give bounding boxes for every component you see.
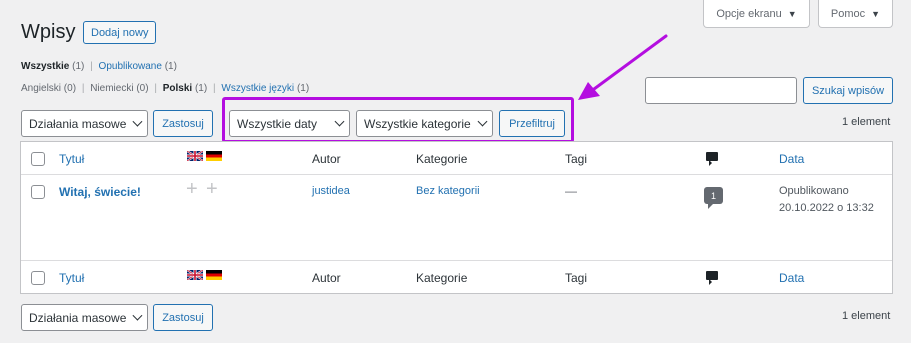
filter-all-count: (1) [72, 61, 85, 72]
posts-table: Tytuł Autor Kategorie Tagi Data Witaj, ś… [20, 141, 893, 294]
column-categories-header: Kategorie [416, 152, 468, 166]
lang-polish-count: (1) [194, 83, 208, 94]
post-date: 20.10.2022 o 13:32 [779, 202, 874, 214]
table-footer-row: Tytuł Autor Kategorie Tagi Data [21, 260, 892, 293]
select-all-checkbox[interactable] [31, 152, 45, 166]
column-title-header[interactable]: Tytuł [59, 152, 84, 166]
column-date-footer[interactable]: Data [779, 271, 804, 285]
de-flag-icon [206, 270, 222, 280]
bulk-actions-value: Działania masowe [29, 310, 127, 325]
separator: | [212, 83, 216, 94]
table-header-row: Tytuł Autor Kategorie Tagi Data [21, 142, 892, 175]
page-title: Wpisy [21, 21, 76, 43]
annotation-arrow [578, 34, 668, 100]
filter-published-link[interactable]: Opublikowane [99, 61, 162, 72]
add-new-button[interactable]: Dodaj nowy [83, 21, 157, 44]
filter-all-link[interactable]: Wszystkie [21, 61, 69, 72]
column-categories-footer: Kategorie [416, 271, 468, 285]
screen-options-label: Opcje ekranu [716, 7, 782, 20]
column-title-footer[interactable]: Tytuł [59, 271, 84, 285]
column-tags-footer: Tagi [565, 271, 588, 285]
bulk-actions-select-bottom[interactable]: Działania masowe [21, 304, 148, 331]
post-title-link[interactable]: Witaj, świecie! [59, 185, 141, 199]
separator: | [154, 83, 157, 94]
bulk-actions-select[interactable]: Działania masowe [21, 110, 148, 137]
post-category-link[interactable]: Bez kategorii [416, 185, 480, 197]
status-filter: Wszystkie (1) | Opublikowane (1) [21, 61, 177, 72]
column-author-header: Autor [312, 152, 341, 166]
chevron-down-icon [132, 116, 143, 127]
apply-button-bottom[interactable]: Zastosuj [153, 304, 213, 331]
highlight-box [222, 97, 574, 143]
apply-button[interactable]: Zastosuj [153, 110, 213, 137]
caret-down-icon: ▼ [871, 8, 881, 19]
caret-down-icon: ▼ [787, 8, 797, 19]
lang-polish-link[interactable]: Polski [163, 83, 192, 94]
help-label: Pomoc [830, 7, 866, 20]
post-status: Opublikowano [779, 185, 849, 197]
post-tags: — [565, 184, 577, 198]
items-count-top: 1 element [842, 116, 891, 128]
comment-count-badge[interactable]: 1 [704, 187, 723, 209]
lang-german-link[interactable]: Niemiecki (0) [90, 83, 148, 94]
lang-all-link[interactable]: Wszystkie języki [221, 83, 294, 94]
comment-bubble-icon[interactable] [706, 271, 718, 285]
screen-options-button[interactable]: Opcje ekranu ▼ [703, 0, 810, 28]
add-translation-en-icon[interactable]: + [186, 178, 198, 201]
uk-flag-icon [187, 151, 203, 161]
lang-all-count: (1) [296, 83, 310, 94]
lang-english-link[interactable]: Angielski (0) [21, 83, 76, 94]
search-button[interactable]: Szukaj wpisów [803, 77, 893, 104]
column-author-footer: Autor [312, 271, 341, 285]
help-button[interactable]: Pomoc ▼ [818, 0, 893, 28]
uk-flag-icon [187, 270, 203, 280]
separator: | [81, 83, 85, 94]
separator: | [90, 61, 93, 72]
column-tags-header: Tagi [565, 152, 588, 166]
post-author-link[interactable]: justidea [312, 185, 350, 197]
chevron-down-icon [132, 310, 143, 321]
comment-bubble-icon[interactable] [706, 152, 718, 166]
add-translation-de-icon[interactable]: + [206, 178, 218, 201]
items-count-bottom: 1 element [842, 310, 891, 322]
column-date-header[interactable]: Data [779, 152, 804, 166]
de-flag-icon [206, 151, 222, 161]
select-all-checkbox[interactable] [31, 271, 45, 285]
bulk-actions-value: Działania masowe [29, 116, 127, 131]
row-checkbox[interactable] [31, 185, 45, 199]
table-row: Witaj, świecie! + + justidea Bez kategor… [21, 175, 892, 260]
filter-published-count: (1) [164, 61, 177, 72]
language-filter: Angielski (0) | Niemiecki (0) | Polski (… [21, 83, 309, 94]
